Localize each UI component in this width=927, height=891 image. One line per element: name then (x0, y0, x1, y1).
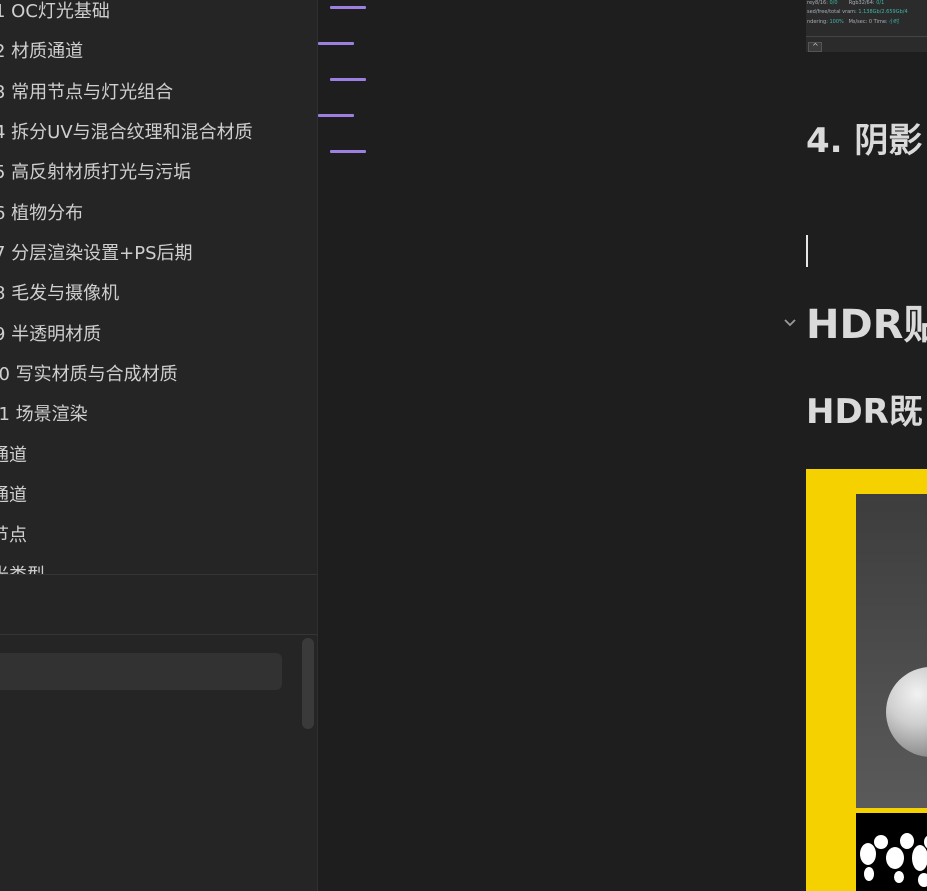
render-stats-value: 小时 (889, 19, 900, 25)
render-stats-label: sed/free/total vram: (807, 9, 857, 15)
sidebar-item-10[interactable]: 10 写实材质与合成材质 (0, 363, 191, 403)
thumb-divider (806, 36, 927, 37)
render-stats-line: ndering: 100% Ms/sec: 0 Time: 小时 (807, 19, 899, 25)
sidebar-item-label: 10 写实材质与合成材质 (0, 364, 178, 385)
sidebar-item-5[interactable]: 5 高反射材质打光与污垢 (0, 161, 197, 201)
sidebar-search-input[interactable] (0, 653, 282, 690)
outline-marker[interactable] (330, 6, 366, 9)
sidebar-item-3[interactable]: 3 常用节点与灯光组合 (0, 81, 179, 121)
sidebar-scrollbar[interactable] (302, 638, 314, 729)
render-stats-label: Ms/sec: 0 Time: (848, 19, 888, 25)
outline-marker[interactable] (330, 78, 366, 81)
sidebar: 1 OC灯光基础 2 材质通道 3 常用节点与灯光组合 4 拆分UV与混合纹理和… (0, 0, 318, 891)
sidebar-item-2[interactable]: 2 材质通道 (0, 40, 89, 80)
sidebar-item-6[interactable]: 6 植物分布 (0, 202, 89, 242)
hdr-map-preview (856, 813, 927, 891)
subheading-hdr: HDR既 (806, 392, 923, 432)
sidebar-item-label: 8 毛发与摄像机 (0, 283, 120, 304)
sidebar-nav-list: 1 OC灯光基础 2 材质通道 3 常用节点与灯光组合 4 拆分UV与混合纹理和… (0, 0, 317, 574)
sidebar-item-12[interactable]: 通道 (0, 444, 36, 484)
outline-marker[interactable] (330, 150, 366, 153)
chevron-up-icon (808, 42, 822, 52)
render-stats-label: ndering: (807, 19, 828, 25)
sidebar-item-8[interactable]: 8 毛发与摄像机 (0, 282, 125, 322)
render-stats-value: 0/1 (876, 0, 885, 6)
sidebar-item-14[interactable]: 节点 (0, 524, 36, 564)
heading-shadow: 4. 阴影 (806, 121, 923, 161)
render-stats-line: sed/free/total vram: 1.138Gb/2.659Gb/4 (807, 9, 908, 15)
sidebar-item-13[interactable]: 通道 (0, 484, 36, 524)
sidebar-item-label: 7 分层渲染设置+PS后期 (0, 243, 193, 264)
render-stats-value: 1.138Gb/2.659Gb/4 (858, 9, 908, 15)
render-stats-line: rey8/16: 0/0 Rgb32/64: 0/1 (807, 0, 884, 6)
sidebar-item-label: 6 植物分布 (0, 203, 84, 224)
sidebar-item-9[interactable]: 9 半透明材质 (0, 323, 107, 363)
sidebar-item-label: 光类型 (0, 564, 45, 574)
render-stats-label: rey8/16: (807, 0, 828, 6)
sidebar-item-4[interactable]: 4 拆分UV与混合纹理和混合材质 (0, 121, 259, 161)
render-stats-label: Rgb32/64: (848, 0, 875, 6)
sidebar-item-label: 5 高反射材质打光与污垢 (0, 162, 192, 183)
sidebar-item-15[interactable]: 光类型 (0, 564, 54, 574)
sidebar-item-1[interactable]: 1 OC灯光基础 (0, 0, 116, 40)
sidebar-item-label: 3 常用节点与灯光组合 (0, 82, 174, 103)
sidebar-item-label: 9 半透明材质 (0, 324, 102, 345)
render-stats-value: 0/0 (829, 0, 838, 6)
text-cursor (806, 235, 808, 267)
sidebar-item-7[interactable]: 7 分层渲染设置+PS后期 (0, 242, 199, 282)
sidebar-item-label: 4 拆分UV与混合纹理和混合材质 (0, 122, 253, 143)
outline-marker[interactable] (318, 42, 354, 45)
sidebar-item-label: 2 材质通道 (0, 41, 84, 62)
sidebar-item-label: 通道 (0, 485, 27, 506)
sidebar-item-label: 节点 (0, 525, 27, 546)
sidebar-item-label: 1 OC灯光基础 (0, 1, 110, 22)
sidebar-item-label: 通道 (0, 445, 27, 466)
render-stats-screenshot: rey8/16: 0/0 Rgb32/64: 0/1 sed/free/tota… (806, 0, 927, 52)
sidebar-item-11[interactable]: 11 场景渲染 (0, 403, 101, 443)
sidebar-item-label: 11 场景渲染 (0, 404, 88, 425)
sidebar-divider (0, 634, 317, 635)
sidebar-divider (0, 574, 317, 575)
chevron-down-icon[interactable] (781, 314, 799, 332)
render-stats-value: 100% (829, 19, 844, 25)
heading-hdr[interactable]: HDR贴 (806, 300, 927, 350)
sphere-render (886, 667, 927, 757)
render-preview (856, 494, 927, 808)
outline-marker[interactable] (318, 114, 354, 117)
hdr-illustration-image (806, 469, 927, 891)
